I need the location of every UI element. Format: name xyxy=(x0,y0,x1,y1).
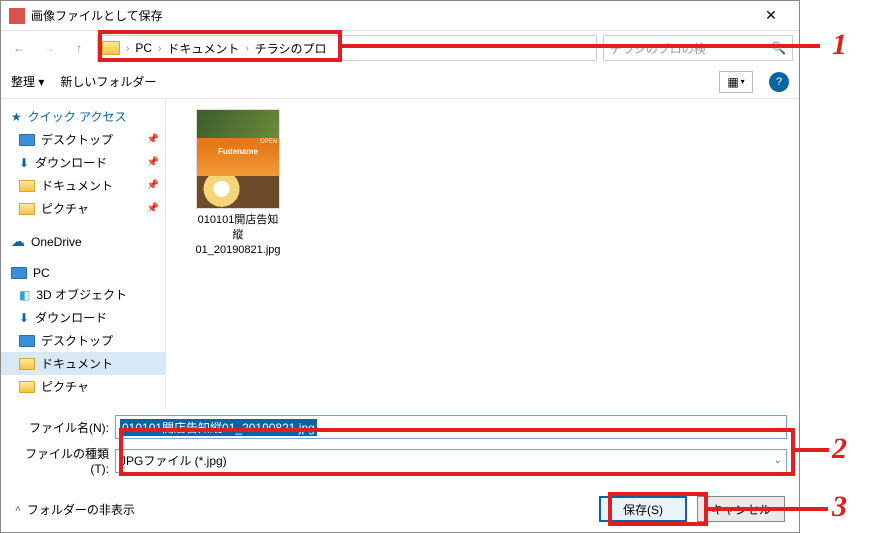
dialog-body: ★ クイック アクセス デスクトップ 📌 ⬇ ダウンロード 📌 ドキュメント 📌… xyxy=(1,99,799,409)
callout-line-2 xyxy=(795,448,829,452)
picture-icon xyxy=(19,381,35,393)
document-icon xyxy=(19,180,35,192)
breadcrumb-folder[interactable]: チラシのプロ xyxy=(255,40,327,57)
callout-number-2: 2 xyxy=(832,432,847,466)
chevron-right-icon: › xyxy=(124,43,131,54)
tree-onedrive[interactable]: ☁ OneDrive xyxy=(1,230,165,253)
back-button[interactable]: ← xyxy=(7,36,31,60)
chevron-right-icon: › xyxy=(156,43,163,54)
titlebar: 画像ファイルとして保存 ✕ xyxy=(1,1,799,31)
breadcrumb[interactable]: › PC › ドキュメント › チラシのプロ xyxy=(97,35,597,61)
filename-input[interactable]: 010101開店告知縦01_20190821.jpg ⌄ xyxy=(115,415,787,439)
app-icon xyxy=(9,8,25,24)
tree-quick-access[interactable]: ★ クイック アクセス xyxy=(1,105,165,128)
search-input[interactable]: チラシのプロの検 🔍 xyxy=(603,35,793,61)
fields: ファイル名(N): 010101開店告知縦01_20190821.jpg ⌄ フ… xyxy=(1,409,799,486)
document-icon xyxy=(19,358,35,370)
desktop-icon xyxy=(19,335,35,347)
cloud-icon: ☁ xyxy=(11,233,25,250)
chevron-down-icon[interactable]: ⌄ xyxy=(774,422,782,433)
star-icon: ★ xyxy=(11,110,22,124)
forward-button[interactable]: → xyxy=(37,36,61,60)
hide-folders-button[interactable]: ˄ フォルダーの非表示 xyxy=(15,501,135,518)
callout-number-3: 3 xyxy=(832,490,847,524)
file-thumbnail: OPEN Fudename xyxy=(196,109,280,209)
callout-line-1 xyxy=(342,44,820,48)
pin-icon: 📌 xyxy=(147,134,159,145)
breadcrumb-pc[interactable]: PC xyxy=(135,41,152,55)
nav-row: ← → ↑ › PC › ドキュメント › チラシのプロ チラシのプロの検 🔍 xyxy=(1,31,799,65)
tree-pictures-2[interactable]: ピクチャ xyxy=(1,375,165,398)
download-icon: ⬇ xyxy=(19,156,29,170)
tree-documents[interactable]: ドキュメント 📌 xyxy=(1,174,165,197)
pin-icon: 📌 xyxy=(147,203,159,214)
filetype-select[interactable]: JPGファイル (*.jpg) ⌄ xyxy=(115,449,787,473)
tree-downloads[interactable]: ⬇ ダウンロード 📌 xyxy=(1,151,165,174)
tree-desktop-2[interactable]: デスクトップ xyxy=(1,329,165,352)
nav-tree[interactable]: ★ クイック アクセス デスクトップ 📌 ⬇ ダウンロード 📌 ドキュメント 📌… xyxy=(1,99,166,409)
tree-pc[interactable]: PC xyxy=(1,263,165,283)
save-dialog: 画像ファイルとして保存 ✕ ← → ↑ › PC › ドキュメント › チラシの… xyxy=(0,0,800,533)
view-icon: ▦ xyxy=(727,75,738,89)
breadcrumb-documents[interactable]: ドキュメント xyxy=(167,40,239,57)
filetype-label: ファイルの種類(T): xyxy=(13,445,109,476)
organize-button[interactable]: 整理 ▾ xyxy=(11,73,44,90)
view-button[interactable]: ▦ ▾ xyxy=(719,71,753,93)
pin-icon: 📌 xyxy=(147,180,159,191)
chevron-down-icon[interactable]: ⌄ xyxy=(774,455,782,466)
folder-icon xyxy=(102,41,120,55)
window-title: 画像ファイルとして保存 xyxy=(31,7,751,24)
filename-label: ファイル名(N): xyxy=(13,419,109,436)
chevron-down-icon: ▾ xyxy=(741,77,745,86)
cube-icon: ◧ xyxy=(19,288,30,302)
file-name: 010101開店告知 縦 01_20190821.jpg xyxy=(178,213,298,258)
save-button[interactable]: 保存(S) xyxy=(599,496,687,522)
toolbar: 整理 ▾ 新しいフォルダー ▦ ▾ ? xyxy=(1,65,799,99)
up-button[interactable]: ↑ xyxy=(67,36,91,60)
close-button[interactable]: ✕ xyxy=(751,7,791,24)
new-folder-button[interactable]: 新しいフォルダー xyxy=(60,73,156,90)
footer: ˄ フォルダーの非表示 保存(S) キャンセル xyxy=(1,486,799,532)
chevron-up-icon: ˄ xyxy=(15,504,21,515)
help-button[interactable]: ? xyxy=(769,72,789,92)
desktop-icon xyxy=(19,134,35,146)
callout-line-3 xyxy=(708,507,828,511)
tree-pictures[interactable]: ピクチャ 📌 xyxy=(1,197,165,220)
tree-3d-objects[interactable]: ◧ 3D オブジェクト xyxy=(1,283,165,306)
tree-downloads-2[interactable]: ⬇ ダウンロード xyxy=(1,306,165,329)
tree-desktop[interactable]: デスクトップ 📌 xyxy=(1,128,165,151)
tree-documents-2[interactable]: ドキュメント xyxy=(1,352,165,375)
chevron-right-icon: › xyxy=(243,43,250,54)
picture-icon xyxy=(19,203,35,215)
pin-icon: 📌 xyxy=(147,157,159,168)
download-icon: ⬇ xyxy=(19,311,29,325)
file-list[interactable]: OPEN Fudename 010101開店告知 縦 01_20190821.j… xyxy=(166,99,799,409)
pc-icon xyxy=(11,267,27,279)
file-item[interactable]: OPEN Fudename 010101開店告知 縦 01_20190821.j… xyxy=(178,109,298,258)
search-placeholder: チラシのプロの検 xyxy=(610,40,706,57)
callout-number-1: 1 xyxy=(832,28,847,62)
